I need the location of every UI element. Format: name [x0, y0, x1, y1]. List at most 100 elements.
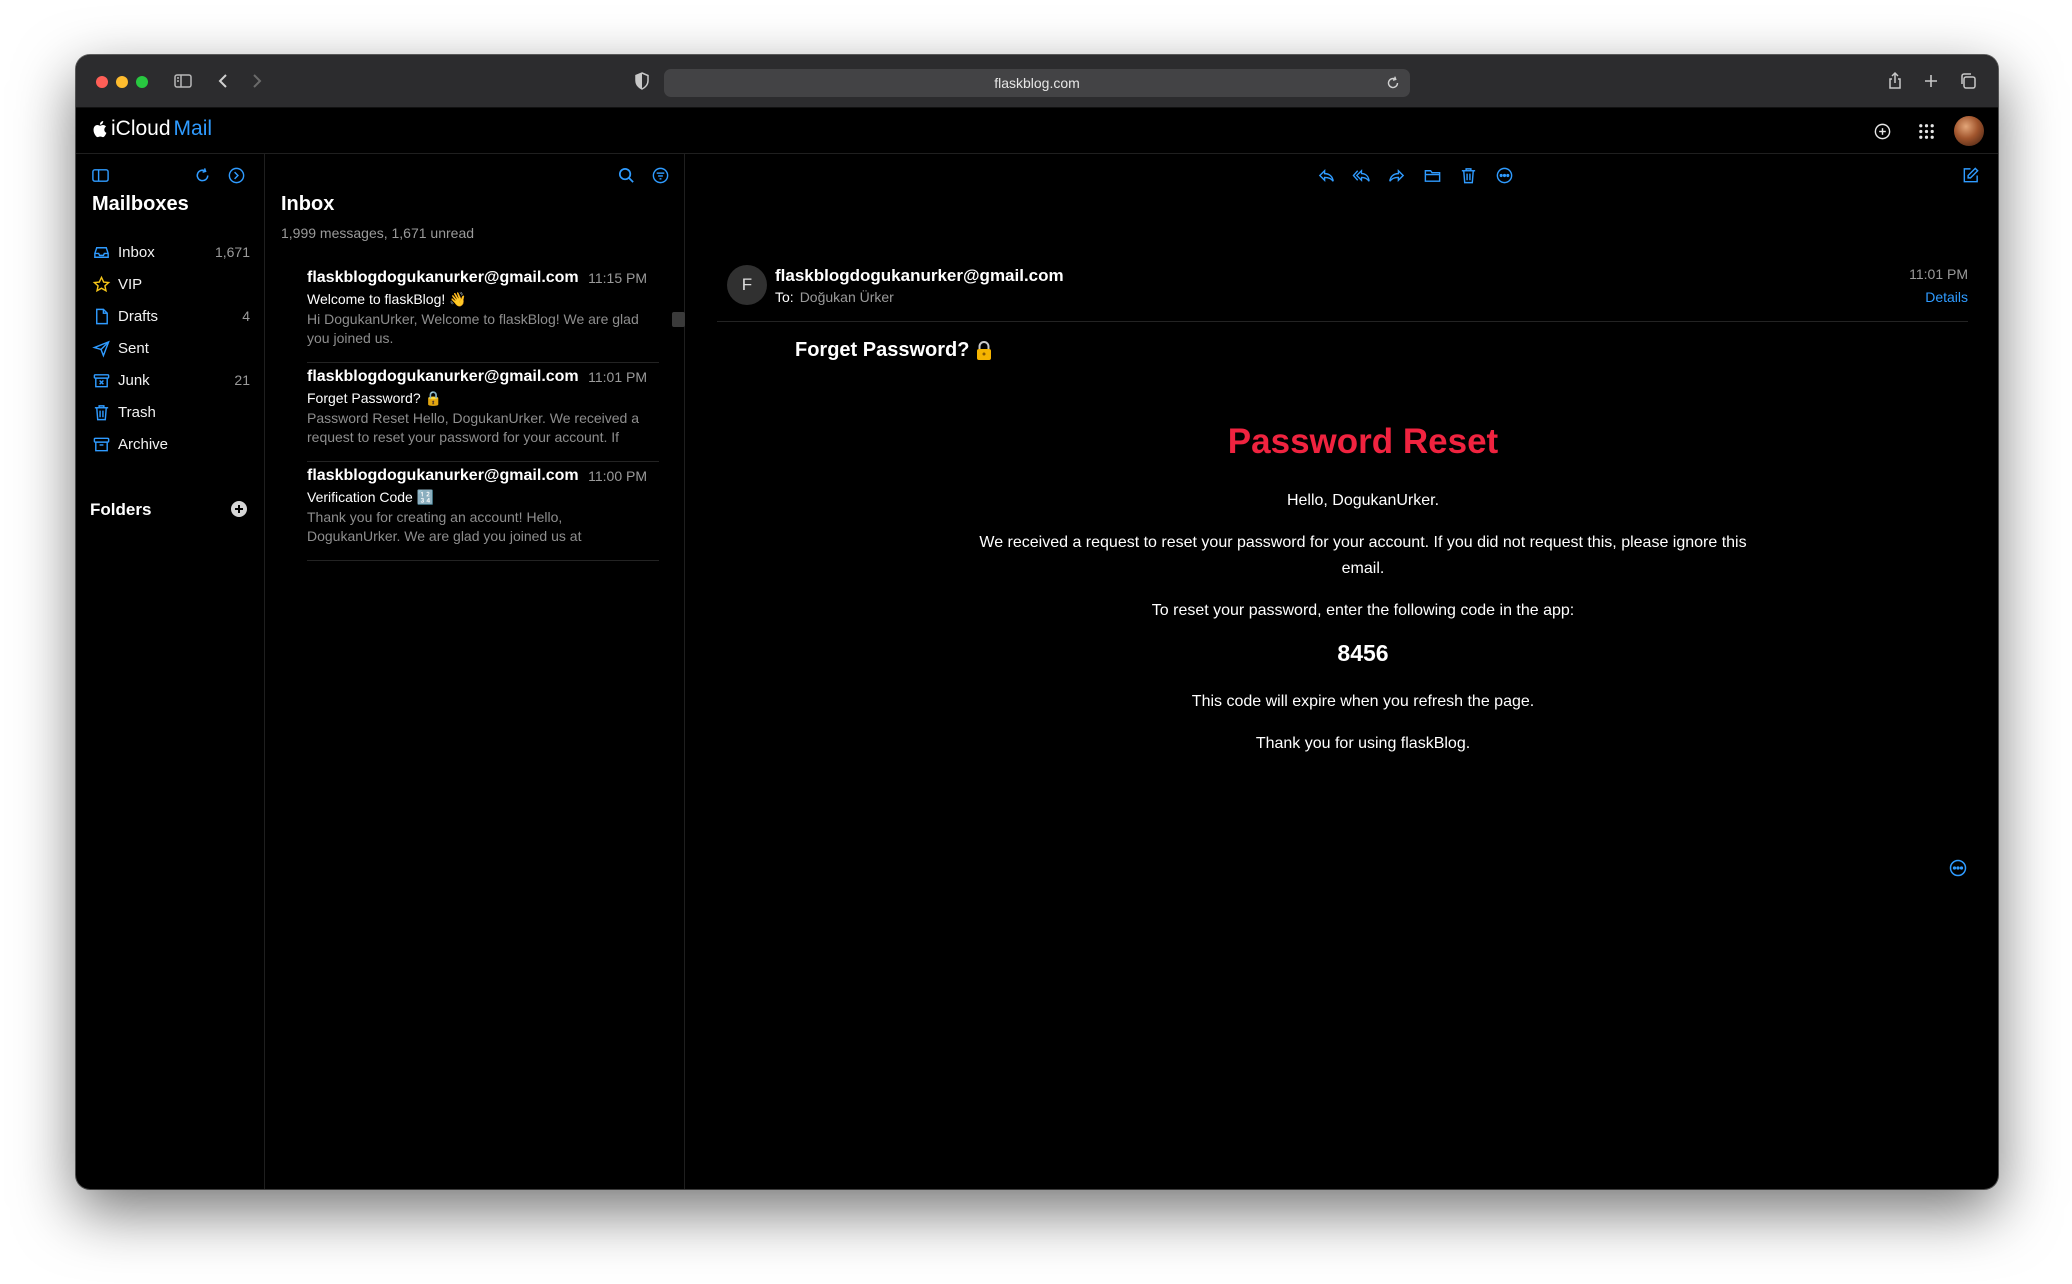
- mailbox-item-vip[interactable]: VIP: [90, 268, 250, 300]
- email-paragraph: We received a request to reset your pass…: [979, 534, 1747, 577]
- more-options-icon[interactable]: [1492, 163, 1516, 187]
- reply-icon[interactable]: [1314, 163, 1338, 187]
- compose-icon[interactable]: [1958, 163, 1982, 187]
- star-icon: [90, 275, 118, 294]
- search-icon[interactable]: [614, 163, 638, 187]
- list-scrollbar[interactable]: [672, 312, 685, 327]
- filter-icon[interactable]: [648, 163, 672, 187]
- mailbox-label: VIP: [118, 275, 143, 293]
- recipient-name[interactable]: Doğukan Ürker: [800, 289, 894, 305]
- forward-arrow-icon[interactable]: [244, 68, 270, 94]
- forward-icon[interactable]: [1384, 163, 1408, 187]
- message-sender: flaskblogdogukanurker@gmail.com: [307, 467, 579, 484]
- brand-mail-text: Mail: [173, 117, 213, 140]
- sent-icon: [90, 339, 118, 358]
- zoom-window-button[interactable]: [136, 76, 148, 88]
- address-bar[interactable]: flaskblog.com: [664, 69, 1410, 97]
- draft-icon: [90, 307, 118, 326]
- mailbox-label: Drafts: [118, 307, 159, 325]
- sidebar-panel-icon[interactable]: [88, 163, 112, 187]
- reading-pane: F flaskblogdogukanurker@gmail.com To: Doğ…: [685, 154, 1998, 1189]
- email-body: Password Reset Hello, DogukanUrker. We r…: [955, 422, 1771, 773]
- list-item[interactable]: flaskblogdogukanurker@gmail.com 11:01 PM…: [307, 363, 659, 462]
- mailbox-item-junk[interactable]: Junk 21: [90, 364, 250, 396]
- email-signoff: Thank you for using flaskBlog.: [1255, 735, 1471, 752]
- add-circle-icon[interactable]: [1870, 119, 1894, 143]
- reply-all-icon[interactable]: [1349, 163, 1373, 187]
- mailbox-item-trash[interactable]: Trash: [90, 396, 250, 428]
- message-preview: Password Reset Hello, DogukanUrker. We r…: [307, 410, 640, 445]
- share-icon[interactable]: [1882, 68, 1908, 94]
- browser-window: flaskblog.com iCloud Mail Mailboxes Inbo…: [76, 55, 1998, 1189]
- add-folder-icon[interactable]: [229, 499, 249, 519]
- message-subject: Verification Code 🔢: [307, 489, 435, 505]
- folders-title: Folders: [90, 500, 152, 519]
- recipient-line: To: Doğukan Ürker: [775, 289, 894, 305]
- delete-icon[interactable]: [1456, 163, 1480, 187]
- close-window-button[interactable]: [96, 76, 108, 88]
- message-time: 11:15 PM: [588, 270, 647, 286]
- subject-text: Forget Password?: [795, 339, 970, 361]
- message-subject: Forget Password? 🔒: [307, 390, 442, 406]
- privacy-shield-icon[interactable]: [629, 68, 655, 94]
- back-arrow-icon[interactable]: [210, 68, 236, 94]
- minimize-window-button[interactable]: [116, 76, 128, 88]
- mailbox-item-archive[interactable]: Archive: [90, 428, 250, 460]
- header-divider: [717, 321, 1968, 322]
- mailbox-label: Archive: [118, 435, 169, 453]
- details-link[interactable]: Details: [1925, 289, 1968, 305]
- message-actions-toolbar: [685, 154, 1998, 198]
- message-more-icon[interactable]: [1948, 858, 1968, 878]
- tab-overview-icon[interactable]: [1955, 68, 1981, 94]
- email-paragraph: This code will expire when you refresh t…: [1191, 693, 1535, 710]
- email-paragraph: To reset your password, enter the follow…: [1151, 602, 1575, 619]
- new-tab-icon[interactable]: [1918, 68, 1944, 94]
- message-list-pane: Inbox 1,999 messages, 1,671 unread flask…: [265, 154, 685, 1189]
- mailboxes-sidebar: Mailboxes Inbox 1,671 VIP Drafts 4 Sent …: [76, 154, 265, 1189]
- inbox-title: Inbox: [281, 193, 335, 215]
- user-avatar[interactable]: [1954, 116, 1984, 146]
- message-sender: flaskblogdogukanurker@gmail.com: [307, 269, 579, 286]
- email-greeting: Hello, DogukanUrker.: [1286, 492, 1440, 509]
- message-time: 11:00 PM: [588, 468, 647, 484]
- apple-logo-icon: [93, 121, 107, 138]
- junk-icon: [90, 371, 118, 390]
- sidebar-toggle-icon[interactable]: [170, 68, 196, 94]
- to-label: To:: [775, 289, 794, 305]
- message-preview: Hi DogukanUrker, Welcome to flaskBlog! W…: [307, 311, 639, 346]
- lock-icon: [977, 341, 992, 360]
- mailbox-label: Trash: [118, 403, 156, 421]
- inbox-icon: [90, 243, 118, 262]
- mailbox-item-inbox[interactable]: Inbox 1,671: [90, 236, 250, 268]
- app-grid-icon[interactable]: [1914, 119, 1938, 143]
- browser-toolbar: flaskblog.com: [76, 55, 1998, 108]
- message-subject: Welcome to flaskBlog! 👋: [307, 291, 467, 307]
- reset-code: 8456: [1337, 640, 1389, 666]
- reload-icon[interactable]: [1384, 74, 1402, 92]
- refresh-icon[interactable]: [190, 163, 214, 187]
- email-heading: Password Reset: [1227, 422, 1499, 461]
- sender-avatar[interactable]: F: [727, 265, 767, 305]
- message-subject-heading: Forget Password?: [795, 339, 993, 362]
- mailbox-count: 21: [234, 372, 250, 388]
- message-sender: flaskblogdogukanurker@gmail.com: [307, 368, 579, 385]
- message-preview: Thank you for creating an account! Hello…: [307, 509, 582, 544]
- list-item[interactable]: flaskblogdogukanurker@gmail.com 11:00 PM…: [307, 462, 659, 561]
- message-timestamp: 11:01 PM: [1909, 266, 1968, 282]
- list-item[interactable]: flaskblogdogukanurker@gmail.com 11:15 PM…: [307, 264, 659, 363]
- mailbox-list: Inbox 1,671 VIP Drafts 4 Sent Junk 21 Tr…: [90, 236, 250, 460]
- mailbox-options-icon[interactable]: [224, 163, 248, 187]
- inbox-message-count: 1,999 messages, 1,671 unread: [281, 225, 475, 241]
- trash-icon: [90, 403, 118, 422]
- mailbox-label: Junk: [118, 371, 150, 389]
- move-to-folder-icon[interactable]: [1420, 163, 1444, 187]
- mailbox-item-drafts[interactable]: Drafts 4: [90, 300, 250, 332]
- brand-icloud-text: iCloud: [111, 117, 171, 140]
- mailboxes-title: Mailboxes: [92, 193, 189, 215]
- mailbox-item-sent[interactable]: Sent: [90, 332, 250, 364]
- url-text: flaskblog.com: [994, 75, 1080, 91]
- mailbox-label: Inbox: [118, 243, 155, 261]
- icloud-mail-logo[interactable]: iCloud Mail: [92, 117, 212, 141]
- mailbox-label: Sent: [118, 339, 149, 357]
- sender-address[interactable]: flaskblogdogukanurker@gmail.com: [775, 266, 1064, 286]
